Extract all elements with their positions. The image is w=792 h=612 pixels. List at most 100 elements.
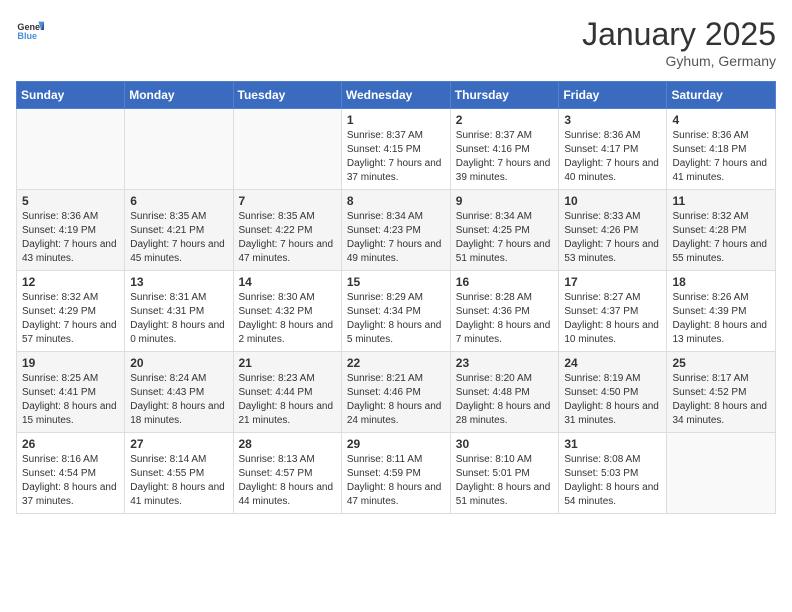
calendar-cell: 10 Sunrise: 8:33 AM Sunset: 4:26 PM Dayli… <box>559 190 667 271</box>
calendar-cell: 4 Sunrise: 8:36 AM Sunset: 4:18 PM Daylig… <box>667 109 776 190</box>
logo-icon: General Blue <box>16 16 44 44</box>
page-header: General Blue January 2025 Gyhum, Germany <box>16 16 776 69</box>
calendar-cell: 28 Sunrise: 8:13 AM Sunset: 4:57 PM Dayli… <box>233 433 341 514</box>
day-number: 24 <box>564 356 661 370</box>
logo: General Blue <box>16 16 44 44</box>
location: Gyhum, Germany <box>582 53 776 69</box>
day-info: Sunrise: 8:32 AM Sunset: 4:29 PM Dayligh… <box>22 291 119 347</box>
calendar-cell: 17 Sunrise: 8:27 AM Sunset: 4:37 PM Dayli… <box>559 271 667 352</box>
day-number: 23 <box>456 356 554 370</box>
day-info: Sunrise: 8:36 AM Sunset: 4:17 PM Dayligh… <box>564 129 661 185</box>
calendar-cell <box>667 433 776 514</box>
calendar-cell: 16 Sunrise: 8:28 AM Sunset: 4:36 PM Dayli… <box>450 271 559 352</box>
weekday-header: Wednesday <box>341 82 450 109</box>
calendar-cell: 14Sunrise: 8:30 AM Sunset: 4:32 PM Dayli… <box>233 271 341 352</box>
day-number: 7 <box>239 194 336 208</box>
calendar-cell: 20 Sunrise: 8:24 AM Sunset: 4:43 PM Dayli… <box>125 352 233 433</box>
calendar-cell: 3 Sunrise: 8:36 AM Sunset: 4:17 PM Daylig… <box>559 109 667 190</box>
day-number: 28 <box>239 437 336 451</box>
calendar-cell: 6Sunrise: 8:35 AM Sunset: 4:21 PM Daylig… <box>125 190 233 271</box>
day-number: 25 <box>672 356 770 370</box>
day-info: Sunrise: 8:35 AM Sunset: 4:22 PM Dayligh… <box>239 210 336 266</box>
calendar-cell: 24Sunrise: 8:19 AM Sunset: 4:50 PM Dayli… <box>559 352 667 433</box>
day-number: 19 <box>22 356 119 370</box>
day-info: Sunrise: 8:31 AM Sunset: 4:31 PM Dayligh… <box>130 291 227 347</box>
weekday-header: Saturday <box>667 82 776 109</box>
day-number: 27 <box>130 437 227 451</box>
day-info: Sunrise: 8:20 AM Sunset: 4:48 PM Dayligh… <box>456 372 554 428</box>
calendar-cell: 22 Sunrise: 8:21 AM Sunset: 4:46 PM Dayli… <box>341 352 450 433</box>
day-info: Sunrise: 8:28 AM Sunset: 4:36 PM Dayligh… <box>456 291 554 347</box>
day-info: Sunrise: 8:13 AM Sunset: 4:57 PM Dayligh… <box>239 453 336 509</box>
day-number: 2 <box>456 113 554 127</box>
day-number: 22 <box>347 356 445 370</box>
weekday-header-row: SundayMondayTuesdayWednesdayThursdayFrid… <box>17 82 776 109</box>
day-info: Sunrise: 8:27 AM Sunset: 4:37 PM Dayligh… <box>564 291 661 347</box>
day-info: Sunrise: 8:29 AM Sunset: 4:34 PM Dayligh… <box>347 291 445 347</box>
day-number: 15 <box>347 275 445 289</box>
day-number: 3 <box>564 113 661 127</box>
calendar-cell: 7 Sunrise: 8:35 AM Sunset: 4:22 PM Daylig… <box>233 190 341 271</box>
day-number: 6 <box>130 194 227 208</box>
day-number: 14 <box>239 275 336 289</box>
day-number: 18 <box>672 275 770 289</box>
day-number: 17 <box>564 275 661 289</box>
day-info: Sunrise: 8:36 AM Sunset: 4:18 PM Dayligh… <box>672 129 770 185</box>
weekday-header: Friday <box>559 82 667 109</box>
day-number: 26 <box>22 437 119 451</box>
calendar-cell <box>17 109 125 190</box>
day-info: Sunrise: 8:34 AM Sunset: 4:25 PM Dayligh… <box>456 210 554 266</box>
calendar-cell: 30 Sunrise: 8:10 AM Sunset: 5:01 PM Dayli… <box>450 433 559 514</box>
day-number: 4 <box>672 113 770 127</box>
calendar-cell: 26 Sunrise: 8:16 AM Sunset: 4:54 PM Dayli… <box>17 433 125 514</box>
day-info: Sunrise: 8:16 AM Sunset: 4:54 PM Dayligh… <box>22 453 119 509</box>
calendar-cell: 19 Sunrise: 8:25 AM Sunset: 4:41 PM Dayli… <box>17 352 125 433</box>
day-info: Sunrise: 8:37 AM Sunset: 4:15 PM Dayligh… <box>347 129 445 185</box>
svg-text:Blue: Blue <box>17 31 37 41</box>
day-info: Sunrise: 8:10 AM Sunset: 5:01 PM Dayligh… <box>456 453 554 509</box>
weekday-header: Sunday <box>17 82 125 109</box>
day-info: Sunrise: 8:25 AM Sunset: 4:41 PM Dayligh… <box>22 372 119 428</box>
day-number: 1 <box>347 113 445 127</box>
day-info: Sunrise: 8:23 AM Sunset: 4:44 PM Dayligh… <box>239 372 336 428</box>
calendar-cell: 9Sunrise: 8:34 AM Sunset: 4:25 PM Daylig… <box>450 190 559 271</box>
calendar-week-row: 1 Sunrise: 8:37 AM Sunset: 4:15 PM Daylig… <box>17 109 776 190</box>
day-info: Sunrise: 8:32 AM Sunset: 4:28 PM Dayligh… <box>672 210 770 266</box>
calendar-week-row: 12 Sunrise: 8:32 AM Sunset: 4:29 PM Dayli… <box>17 271 776 352</box>
calendar-cell: 18 Sunrise: 8:26 AM Sunset: 4:39 PM Dayli… <box>667 271 776 352</box>
day-number: 20 <box>130 356 227 370</box>
day-info: Sunrise: 8:26 AM Sunset: 4:39 PM Dayligh… <box>672 291 770 347</box>
calendar-cell: 25 Sunrise: 8:17 AM Sunset: 4:52 PM Dayli… <box>667 352 776 433</box>
weekday-header: Thursday <box>450 82 559 109</box>
day-number: 10 <box>564 194 661 208</box>
calendar-cell: 2Sunrise: 8:37 AM Sunset: 4:16 PM Daylig… <box>450 109 559 190</box>
day-number: 21 <box>239 356 336 370</box>
day-info: Sunrise: 8:24 AM Sunset: 4:43 PM Dayligh… <box>130 372 227 428</box>
day-info: Sunrise: 8:21 AM Sunset: 4:46 PM Dayligh… <box>347 372 445 428</box>
calendar-cell: 1 Sunrise: 8:37 AM Sunset: 4:15 PM Daylig… <box>341 109 450 190</box>
calendar-cell: 12 Sunrise: 8:32 AM Sunset: 4:29 PM Dayli… <box>17 271 125 352</box>
day-info: Sunrise: 8:33 AM Sunset: 4:26 PM Dayligh… <box>564 210 661 266</box>
day-info: Sunrise: 8:36 AM Sunset: 4:19 PM Dayligh… <box>22 210 119 266</box>
day-number: 8 <box>347 194 445 208</box>
day-number: 29 <box>347 437 445 451</box>
day-info: Sunrise: 8:08 AM Sunset: 5:03 PM Dayligh… <box>564 453 661 509</box>
calendar-cell: 8Sunrise: 8:34 AM Sunset: 4:23 PM Daylig… <box>341 190 450 271</box>
day-number: 31 <box>564 437 661 451</box>
calendar-cell: 5 Sunrise: 8:36 AM Sunset: 4:19 PM Daylig… <box>17 190 125 271</box>
day-info: Sunrise: 8:17 AM Sunset: 4:52 PM Dayligh… <box>672 372 770 428</box>
calendar-cell: 31 Sunrise: 8:08 AM Sunset: 5:03 PM Dayli… <box>559 433 667 514</box>
weekday-header: Tuesday <box>233 82 341 109</box>
calendar-cell: 27Sunrise: 8:14 AM Sunset: 4:55 PM Dayli… <box>125 433 233 514</box>
calendar-cell: 13Sunrise: 8:31 AM Sunset: 4:31 PM Dayli… <box>125 271 233 352</box>
day-number: 5 <box>22 194 119 208</box>
calendar-cell <box>233 109 341 190</box>
day-number: 16 <box>456 275 554 289</box>
calendar-cell: 23 Sunrise: 8:20 AM Sunset: 4:48 PM Dayli… <box>450 352 559 433</box>
calendar-cell: 21 Sunrise: 8:23 AM Sunset: 4:44 PM Dayli… <box>233 352 341 433</box>
day-number: 11 <box>672 194 770 208</box>
calendar-cell: 11 Sunrise: 8:32 AM Sunset: 4:28 PM Dayli… <box>667 190 776 271</box>
day-number: 12 <box>22 275 119 289</box>
day-number: 30 <box>456 437 554 451</box>
weekday-header: Monday <box>125 82 233 109</box>
